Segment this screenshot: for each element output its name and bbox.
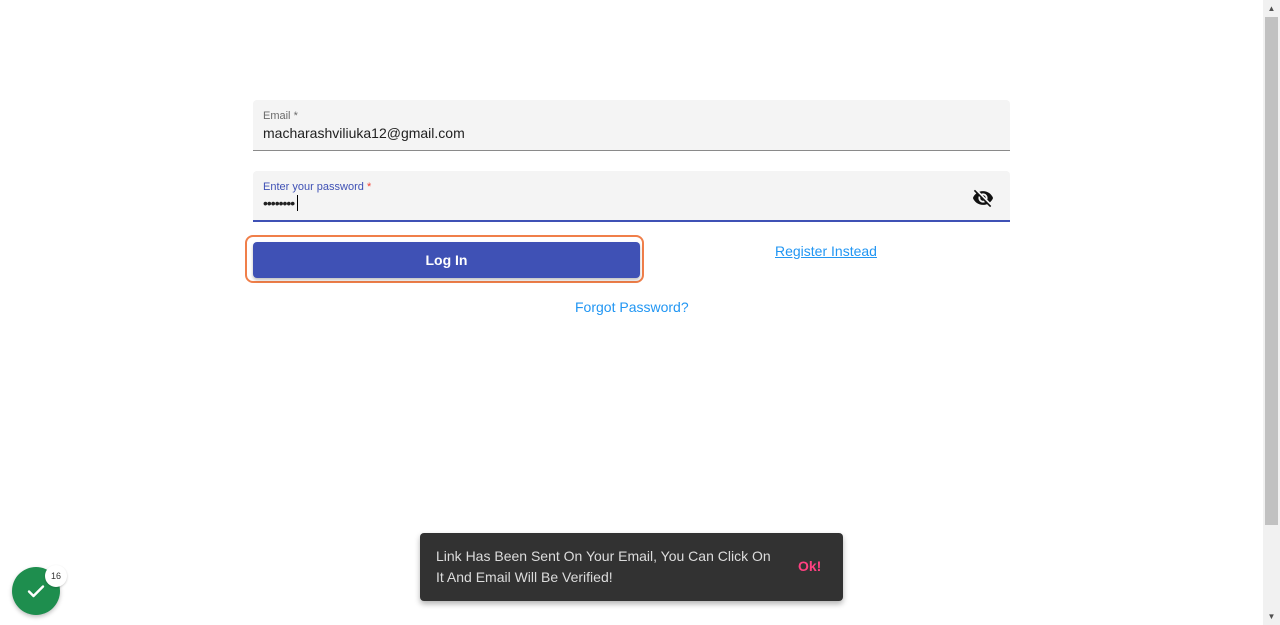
login-page: Email * macharashviliuka12@gmail.com Ent… bbox=[0, 0, 1280, 625]
password-field[interactable]: Enter your password * •••••••• bbox=[253, 171, 1010, 222]
email-required-mark: * bbox=[293, 110, 298, 122]
email-field[interactable]: Email * macharashviliuka12@gmail.com bbox=[253, 100, 1010, 151]
email-label: Email * bbox=[263, 110, 298, 122]
snackbar-ok-button[interactable]: Ok! bbox=[798, 558, 821, 574]
password-label-text: Enter your password bbox=[263, 181, 364, 193]
forgot-password-link[interactable]: Forgot Password? bbox=[575, 299, 689, 315]
password-label: Enter your password * bbox=[263, 181, 371, 193]
scroll-down-arrow-icon[interactable]: ▼ bbox=[1263, 608, 1280, 625]
scrollbar[interactable]: ▲ ▼ bbox=[1263, 0, 1280, 625]
email-label-text: Email bbox=[263, 110, 291, 122]
snackbar: Link Has Been Sent On Your Email, You Ca… bbox=[420, 533, 843, 601]
scroll-up-arrow-icon[interactable]: ▲ bbox=[1263, 0, 1280, 17]
email-value[interactable]: macharashviliuka12@gmail.com bbox=[263, 125, 465, 141]
register-link[interactable]: Register Instead bbox=[775, 243, 877, 259]
password-dots: •••••••• bbox=[263, 195, 295, 211]
visibility-off-icon[interactable] bbox=[972, 187, 994, 209]
login-button[interactable]: Log In bbox=[253, 242, 640, 278]
scrollbar-thumb[interactable] bbox=[1265, 17, 1278, 525]
password-required-mark: * bbox=[366, 181, 372, 193]
text-caret bbox=[297, 195, 299, 211]
check-icon bbox=[27, 585, 45, 598]
badge-count: 16 bbox=[45, 565, 67, 587]
password-value[interactable]: •••••••• bbox=[263, 195, 299, 211]
snackbar-message: Link Has Been Sent On Your Email, You Ca… bbox=[436, 548, 771, 585]
